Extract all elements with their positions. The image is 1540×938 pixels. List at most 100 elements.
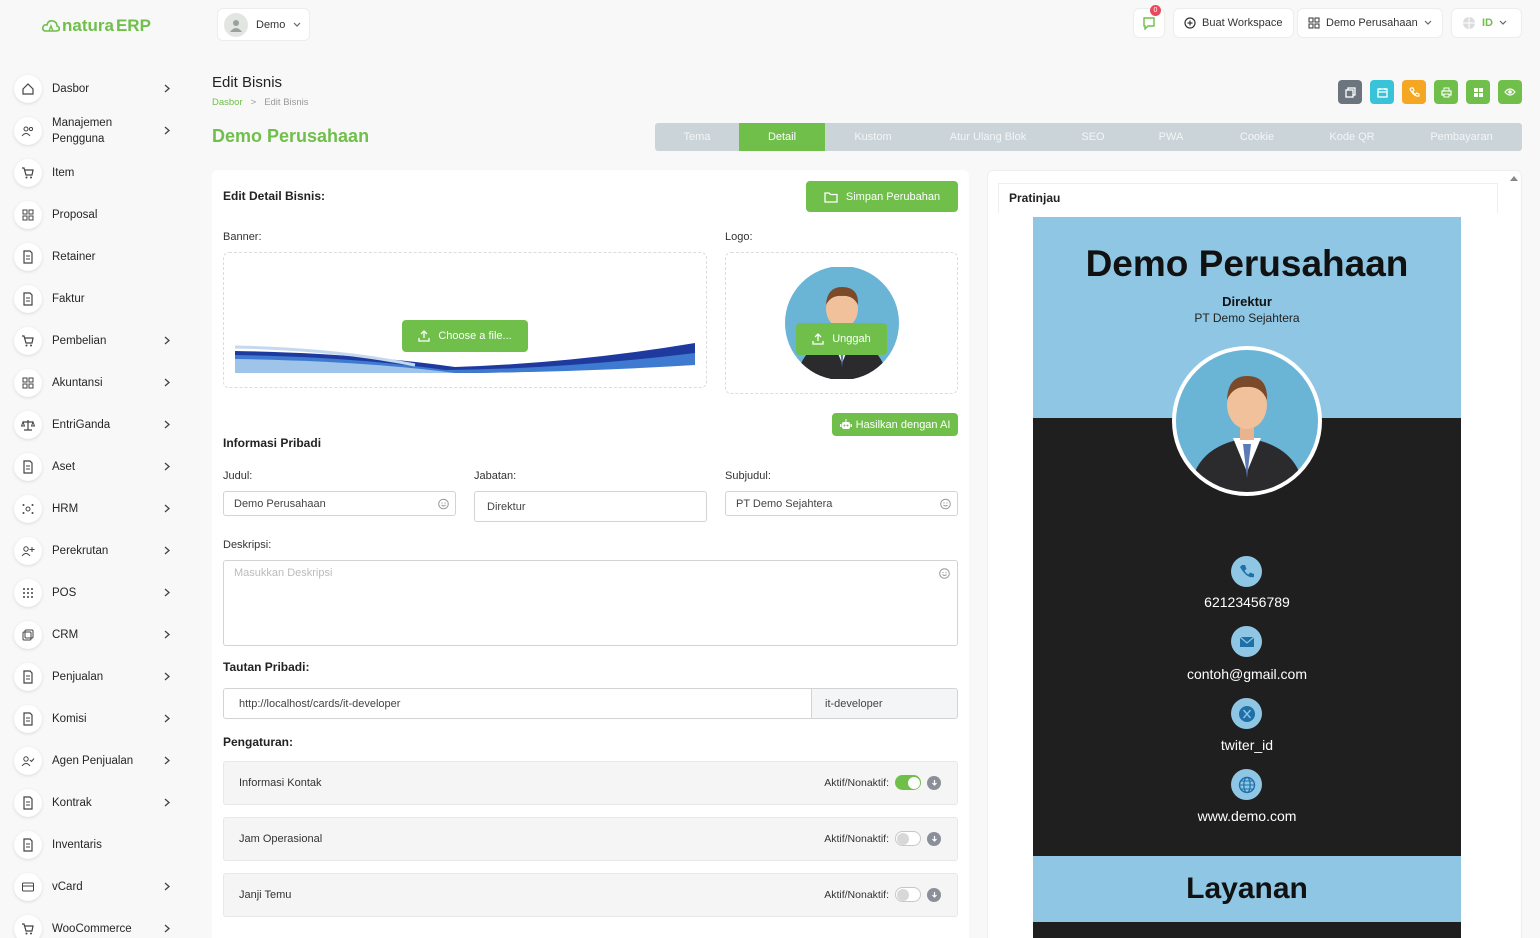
tab-tema[interactable]: Tema: [655, 123, 739, 151]
vcard-phone[interactable]: 62123456789: [1033, 594, 1461, 610]
setting-row[interactable]: Jam Operasional Aktif/Nonaktif:: [223, 817, 958, 861]
banner-dropzone[interactable]: Choose a file...: [223, 252, 707, 388]
expand-down-icon[interactable]: [927, 831, 941, 846]
phone-icon: [1408, 86, 1420, 97]
tab-pembayaran[interactable]: Pembayaran: [1401, 123, 1522, 151]
generate-ai-button[interactable]: Hasilkan dengan AI: [832, 413, 958, 436]
sidebar-item-inventaris[interactable]: Inventaris: [14, 824, 184, 866]
tab-atur-ulang-blok[interactable]: Atur Ulang Blok: [921, 123, 1055, 151]
chevron-right-icon: [164, 672, 170, 681]
avatar: [224, 12, 248, 37]
scroll-up-arrow[interactable]: [1509, 174, 1519, 182]
link-slug-input[interactable]: it-developer: [811, 688, 958, 719]
link-base-value: http://localhost/cards/it-developer: [239, 697, 401, 710]
sidebar-item-pembelian[interactable]: Pembelian: [14, 320, 184, 362]
chevron-right-icon: [164, 756, 170, 765]
save-button[interactable]: Simpan Perubahan: [806, 181, 958, 212]
expand-down-icon[interactable]: [927, 887, 941, 902]
print-button[interactable]: [1434, 80, 1458, 104]
sidebar-item-dasbor[interactable]: Dasbor: [14, 68, 184, 110]
sidebar-item-manajemen-pengguna[interactable]: Manajemen Pengguna: [14, 110, 184, 152]
sidebar-item-kontrak[interactable]: Kontrak: [14, 782, 184, 824]
vcard-email[interactable]: contoh@gmail.com: [1033, 666, 1461, 682]
tab-detail[interactable]: Detail: [739, 123, 825, 151]
x-twitter-icon[interactable]: [1231, 698, 1262, 729]
emoji-icon[interactable]: [438, 498, 449, 509]
sidebar-item-label: POS: [52, 587, 77, 599]
calendar-button[interactable]: [1370, 80, 1394, 104]
copy-button[interactable]: [1338, 80, 1362, 104]
edit-form-card: Edit Detail Bisnis: Simpan Perubahan Ban…: [212, 170, 969, 938]
sidebar-item-aset[interactable]: Aset: [14, 446, 184, 488]
tab-kustom[interactable]: Kustom: [825, 123, 921, 151]
title-input[interactable]: Demo Perusahaan: [223, 491, 456, 516]
setting-row[interactable]: Janji Temu Aktif/Nonaktif:: [223, 873, 958, 917]
sidebar-item-komisi[interactable]: Komisi: [14, 698, 184, 740]
vcard-website[interactable]: www.demo.com: [1033, 808, 1461, 824]
setting-label: Informasi Kontak: [239, 777, 322, 789]
doc-icon: [14, 831, 42, 859]
brand-logo[interactable]: natura ERP: [42, 16, 151, 36]
description-label: Deskripsi:: [223, 539, 272, 551]
sidebar-item-vcard[interactable]: vCard: [14, 866, 184, 908]
position-input[interactable]: Direktur: [474, 491, 707, 522]
description-placeholder: Masukkan Deskripsi: [234, 567, 333, 579]
sidebar-item-perekrutan[interactable]: Perekrutan: [14, 530, 184, 572]
user-plus-icon: [14, 537, 42, 565]
breadcrumb: Dasbor > Edit Bisnis: [212, 97, 309, 108]
chevron-right-icon: [164, 630, 170, 639]
sidebar-item-pos[interactable]: POS: [14, 572, 184, 614]
active-toggle[interactable]: [895, 831, 921, 846]
tab-kode-qr[interactable]: Kode QR: [1303, 123, 1401, 151]
breadcrumb-dashboard[interactable]: Dasbor: [212, 97, 243, 108]
email-icon[interactable]: [1231, 626, 1262, 657]
sidebar-item-proposal[interactable]: Proposal: [14, 194, 184, 236]
expand-down-icon[interactable]: [927, 775, 941, 790]
company-select[interactable]: Demo Perusahaan: [1297, 8, 1443, 38]
language-select[interactable]: ID: [1451, 8, 1522, 38]
upload-button[interactable]: Unggah: [796, 323, 887, 355]
business-name: Demo Perusahaan: [212, 126, 370, 146]
sidebar-item-label: Komisi: [52, 713, 87, 725]
description-textarea[interactable]: Masukkan Deskripsi: [223, 560, 958, 646]
phone-icon[interactable]: [1231, 556, 1262, 587]
emoji-icon[interactable]: [940, 498, 951, 509]
setting-row[interactable]: Informasi Kontak Aktif/Nonaktif:: [223, 761, 958, 805]
sidebar-item-retainer[interactable]: Retainer: [14, 236, 184, 278]
sidebar-item-penjualan[interactable]: Penjualan: [14, 656, 184, 698]
chevron-right-icon: [164, 882, 170, 891]
vcard-twitter[interactable]: twiter_id: [1033, 737, 1461, 753]
phone-button[interactable]: [1402, 80, 1426, 104]
chat-button[interactable]: 0: [1133, 5, 1165, 38]
active-toggle[interactable]: [895, 887, 921, 902]
sidebar-item-faktur[interactable]: Faktur: [14, 278, 184, 320]
create-workspace-button[interactable]: Buat Workspace: [1173, 8, 1294, 38]
subtitle-input[interactable]: PT Demo Sejahtera: [725, 491, 958, 516]
logo-dropzone[interactable]: Unggah: [725, 252, 958, 394]
sidebar-item-crm[interactable]: CRM: [14, 614, 184, 656]
crm-icon: [14, 621, 42, 649]
sidebar-item-akuntansi[interactable]: Akuntansi: [14, 362, 184, 404]
user-menu-button[interactable]: Demo: [217, 8, 310, 41]
sidebar-item-label: HRM: [52, 503, 79, 515]
tab-seo[interactable]: SEO: [1055, 123, 1131, 151]
sidebar-item-agen-penjualan[interactable]: Agen Penjualan: [14, 740, 184, 782]
view-button[interactable]: [1498, 80, 1522, 104]
sidebar-item-entriganda[interactable]: EntriGanda: [14, 404, 184, 446]
sidebar-item-hrm[interactable]: HRM: [14, 488, 184, 530]
sidebar-item-woocommerce[interactable]: WooCommerce: [14, 908, 184, 938]
vcard-preview: Demo Perusahaan Direktur PT Demo Sejahte…: [1033, 217, 1461, 938]
website-globe-icon[interactable]: [1231, 769, 1262, 800]
active-toggle[interactable]: [895, 775, 921, 790]
vcard-company: PT Demo Sejahtera: [1194, 311, 1300, 325]
grid-icon: [1308, 17, 1320, 29]
qr-button[interactable]: [1466, 80, 1490, 104]
choose-file-button[interactable]: Choose a file...: [402, 320, 528, 352]
tab-cookie[interactable]: Cookie: [1211, 123, 1303, 151]
cart-icon: [14, 327, 42, 355]
page-title: Edit Bisnis: [212, 74, 283, 91]
tab-pwa[interactable]: PWA: [1131, 123, 1211, 151]
emoji-icon[interactable]: [939, 568, 950, 579]
home-icon: [14, 75, 42, 103]
sidebar-item-item[interactable]: Item: [14, 152, 184, 194]
